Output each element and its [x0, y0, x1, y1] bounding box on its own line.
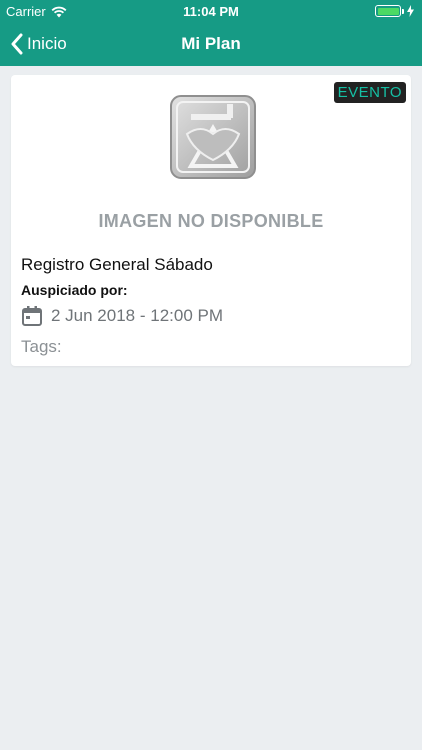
top-bar: Carrier 11:04 PM Inicio Mi Plan	[0, 0, 422, 66]
calendar-icon	[22, 306, 42, 326]
page-title: Mi Plan	[181, 34, 241, 53]
status-bar: Carrier 11:04 PM	[0, 0, 422, 22]
image-unavailable-text: IMAGEN NO DISPONIBLE	[98, 211, 324, 231]
event-date: 2 Jun 2018 - 12:00 PM	[51, 306, 224, 325]
event-card[interactable]: EVENTO IMAGEN NO DISPONIBLE Registro Gen…	[11, 75, 411, 366]
tags-label: Tags:	[21, 337, 62, 356]
event-date-row: 2 Jun 2018 - 12:00 PM	[21, 304, 223, 328]
charging-icon	[407, 5, 414, 17]
sponsor-label: Auspiciado por:	[21, 282, 128, 298]
nav-bar: Inicio Mi Plan	[0, 22, 422, 66]
battery-icon	[375, 5, 414, 17]
event-type-badge: EVENTO	[333, 82, 406, 103]
placeholder-logo-icon	[170, 95, 256, 179]
status-time: 11:04 PM	[183, 4, 239, 19]
event-title: Registro General Sábado	[21, 255, 213, 274]
